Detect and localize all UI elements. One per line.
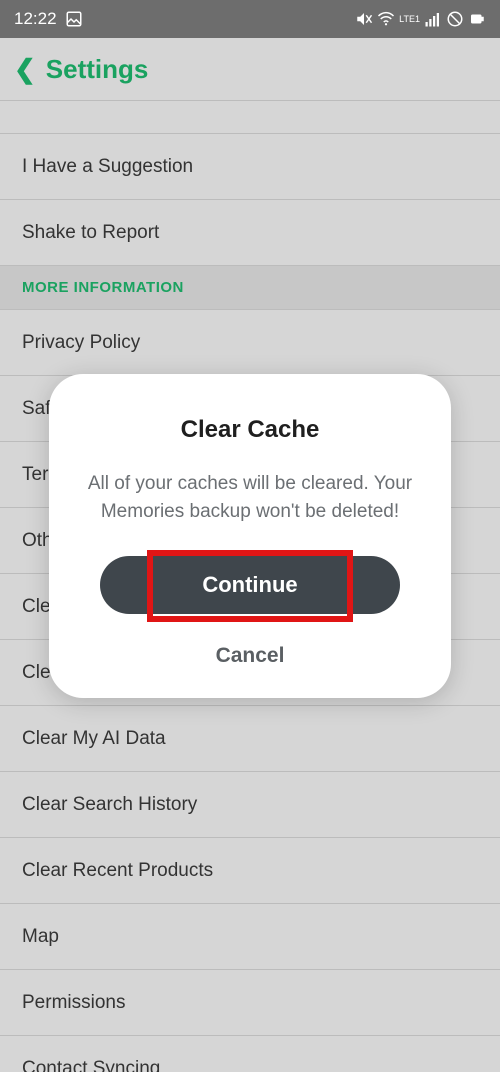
dialog-title: Clear Cache [77, 416, 423, 444]
signal-icon [424, 10, 442, 28]
settings-row-privacy[interactable]: Privacy Policy [0, 310, 500, 376]
app-header: ❮ Settings [0, 38, 500, 100]
page-title: Settings [46, 54, 149, 85]
settings-row-contacts[interactable]: Contact Syncing [0, 1036, 500, 1072]
dialog-body: All of your caches will be cleared. Your… [77, 470, 423, 525]
row-label: Privacy Policy [22, 332, 140, 354]
settings-row-clear-search[interactable]: Clear Search History [0, 772, 500, 838]
wifi-icon [377, 10, 395, 28]
clear-cache-dialog: Clear Cache All of your caches will be c… [49, 374, 451, 697]
row-label: Map [22, 926, 59, 948]
network-label: LTE1 [399, 15, 420, 24]
settings-row-permissions[interactable]: Permissions [0, 970, 500, 1036]
status-time: 12:22 [14, 9, 57, 29]
settings-row-shake[interactable]: Shake to Report [0, 200, 500, 266]
settings-row-clear-ai[interactable]: Clear My AI Data [0, 706, 500, 772]
image-icon [65, 10, 83, 28]
back-icon[interactable]: ❮ [14, 56, 36, 82]
status-bar: 12:22 LTE1 [0, 0, 500, 38]
row-label: Clear Recent Products [22, 860, 213, 882]
settings-row-truncated[interactable]: . [0, 100, 500, 134]
row-label: Permissions [22, 992, 125, 1014]
settings-row-map[interactable]: Map [0, 904, 500, 970]
cancel-button[interactable]: Cancel [216, 644, 285, 668]
continue-button[interactable]: Continue [100, 556, 400, 614]
settings-row-suggestion[interactable]: I Have a Suggestion [0, 134, 500, 200]
settings-row-clear-products[interactable]: Clear Recent Products [0, 838, 500, 904]
battery-icon [468, 10, 486, 28]
row-label: Clear My AI Data [22, 728, 166, 750]
do-not-disturb-icon [446, 10, 464, 28]
mute-icon [355, 10, 373, 28]
row-label: I Have a Suggestion [22, 156, 193, 178]
section-header-more-info: MORE INFORMATION [0, 266, 500, 310]
row-label: Clear Search History [22, 794, 197, 816]
row-label: Shake to Report [22, 222, 159, 244]
row-label: Contact Syncing [22, 1058, 160, 1072]
